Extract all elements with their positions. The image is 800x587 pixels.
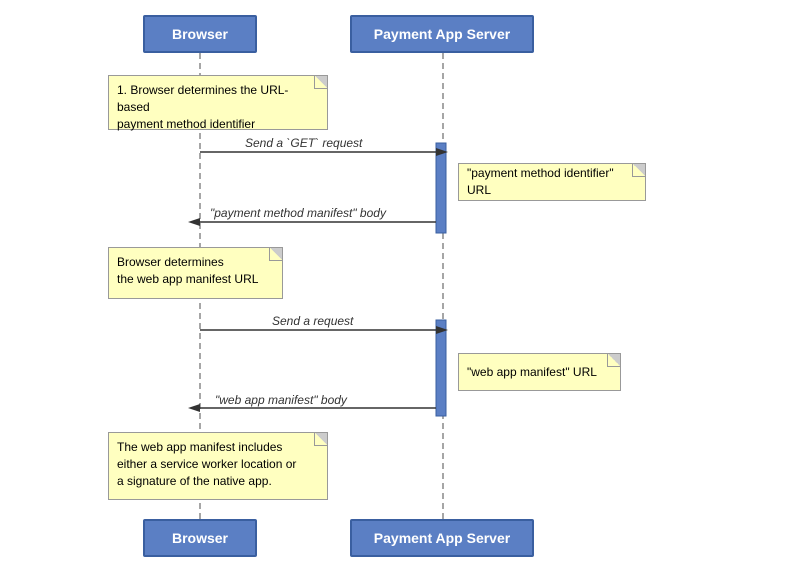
arrow-label-manifest-body: "payment method manifest" body — [210, 206, 386, 220]
server-top-box: Payment App Server — [350, 15, 534, 53]
sequence-diagram: Browser Payment App Server 1. Browser de… — [0, 0, 800, 587]
arrow-label-get: Send a `GET` request — [245, 136, 362, 150]
note-payment-identifier-url: "payment method identifier" URL — [458, 163, 646, 201]
browser-top-box: Browser — [143, 15, 257, 53]
arrow-label-web-manifest-body: "web app manifest" body — [215, 393, 347, 407]
note-web-app-manifest-url: "web app manifest" URL — [458, 353, 621, 391]
note-web-app-manifest-url-determine: Browser determines the web app manifest … — [108, 247, 283, 299]
arrow-label-request: Send a request — [272, 314, 353, 328]
note-url-payment-method: 1. Browser determines the URL-based paym… — [108, 75, 328, 130]
note-web-app-manifest-content: The web app manifest includes either a s… — [108, 432, 328, 500]
browser-bottom-box: Browser — [143, 519, 257, 557]
server-bottom-box: Payment App Server — [350, 519, 534, 557]
